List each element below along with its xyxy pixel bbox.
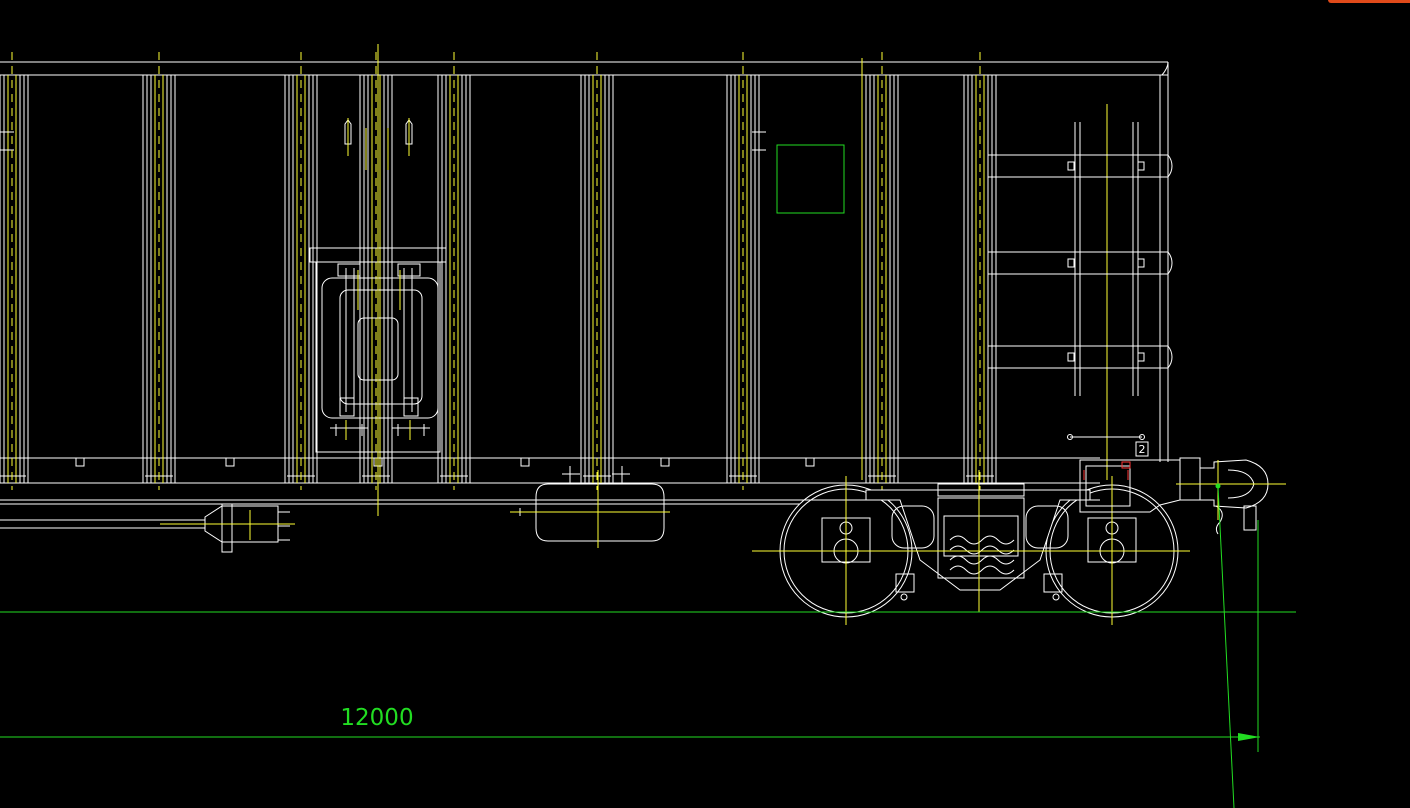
label-plate: [776, 144, 845, 214]
handbrake-rod: 2: [1067, 434, 1149, 457]
sill-lug: [660, 457, 670, 467]
dimension-lines: [0, 483, 1296, 808]
end-ladder: [988, 104, 1173, 480]
dimension-text-12000[interactable]: 12000: [340, 705, 413, 731]
side-stake: [0, 75, 29, 483]
dimension-arrowhead: [1238, 733, 1260, 741]
air-reservoir: [510, 466, 670, 548]
bogie-mark-label: 2: [1139, 443, 1146, 456]
brake-cylinder: [0, 503, 295, 553]
bogie: [752, 58, 1190, 625]
sill-lug: [520, 457, 530, 467]
sill-lug: [75, 457, 85, 467]
side-stakes: [0, 75, 997, 483]
post-centerlines: [11, 52, 981, 490]
side-door-assembly: [309, 44, 447, 516]
sill-lug: [225, 457, 235, 467]
cad-drawing-canvas[interactable]: 2 12000: [0, 0, 1410, 808]
extension-line-slanted: [1217, 485, 1235, 808]
sill-lug: [805, 457, 815, 467]
